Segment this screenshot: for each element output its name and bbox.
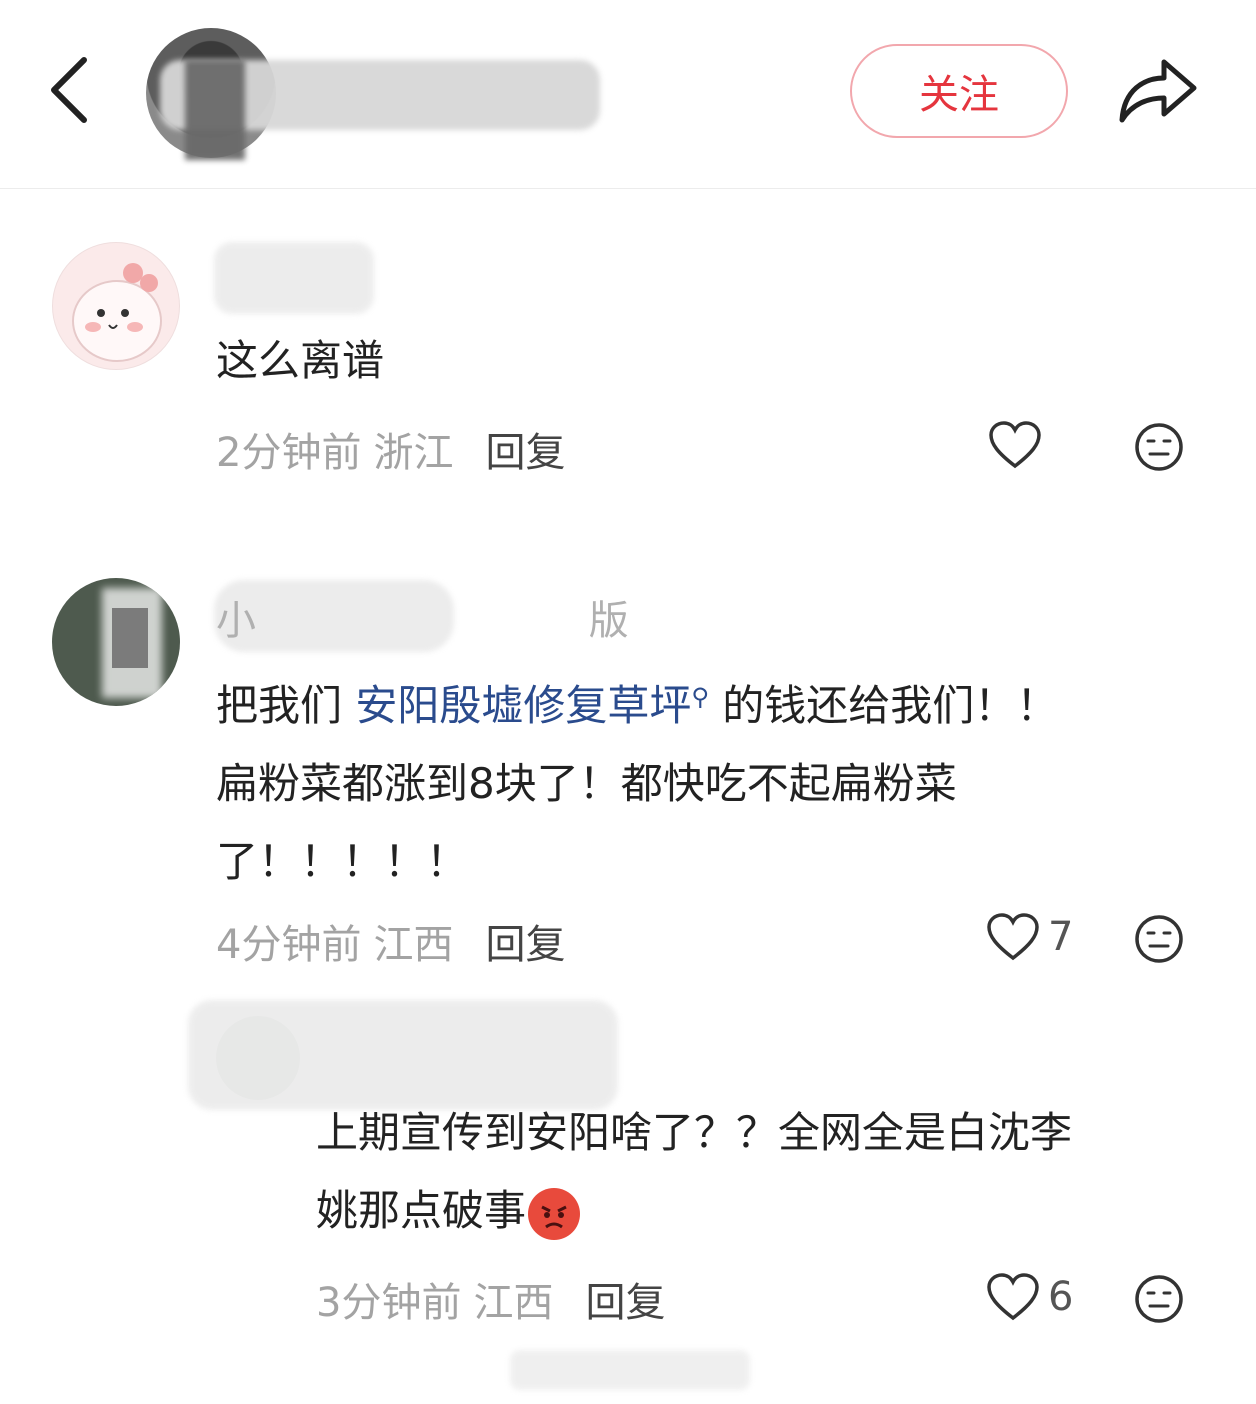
dislike-button[interactable]: [1134, 914, 1184, 964]
back-button[interactable]: [40, 50, 100, 130]
reply-button[interactable]: 回复: [485, 912, 565, 970]
commenter-avatar[interactable]: [52, 242, 180, 370]
redacted-block: [185, 60, 245, 160]
neutral-face-icon: [1135, 1275, 1183, 1323]
neutral-face-icon: [1135, 915, 1183, 963]
dislike-button[interactable]: [1134, 422, 1184, 472]
comment-text: 把我们 安阳殷墟修复草坪⚲ 的钱还给我们！！ 扁粉菜都涨到8块了！都快吃不起扁粉…: [216, 658, 1196, 901]
reply-comment: 上期宣传到安阳啥了？？全网全是白沈李 姚那点破事 3分钟前 江西 回复 6: [0, 990, 1256, 1350]
commenter-username: 小 版: [216, 598, 789, 644]
comment-text-line: 上期宣传到安阳啥了？？全网全是白沈李: [316, 1108, 1073, 1157]
neutral-face-icon: [1135, 423, 1183, 471]
comment-meta: 4分钟前 江西 回复: [216, 912, 565, 970]
search-icon[interactable]: ⚲: [691, 683, 709, 711]
commenter-avatar[interactable]: [52, 578, 180, 706]
angry-face-emoji: [528, 1187, 581, 1240]
heart-outline-icon: [987, 913, 1039, 961]
comment-1: 这么离谱 2分钟前 浙江 回复: [0, 190, 1256, 490]
like-button[interactable]: [988, 420, 1050, 470]
heart-outline-icon: [987, 1273, 1039, 1321]
like-count: 7: [1048, 914, 1074, 960]
comment-region: 江西: [473, 1280, 554, 1326]
cartoon-avatar-icon: [72, 263, 162, 362]
share-button[interactable]: [1112, 50, 1202, 130]
like-button[interactable]: 7: [986, 912, 1073, 962]
reply-button[interactable]: 回复: [485, 420, 565, 478]
chevron-left-icon: [51, 57, 87, 123]
comment-meta: 3分钟前 江西 回复: [316, 1270, 665, 1328]
follow-button[interactable]: 关注: [850, 44, 1068, 138]
reply-button[interactable]: 回复: [585, 1270, 665, 1328]
comment-time: 3分钟前: [316, 1280, 462, 1326]
comment-time: 4分钟前: [216, 922, 362, 968]
comment-text-line: 扁粉菜都涨到8块了！都快吃不起扁粉菜: [216, 759, 957, 808]
comment-text-line: 姚那点破事: [316, 1186, 527, 1235]
top-bar: 关注: [0, 0, 1256, 189]
comment-meta: 2分钟前 浙江 回复: [216, 420, 565, 478]
comment-text: 这么离谱: [216, 336, 385, 385]
share-arrow-icon: [1119, 59, 1197, 123]
like-count: 6: [1048, 1274, 1074, 1320]
comment-text-part: 把我们: [216, 681, 356, 730]
comment-region: 浙江: [373, 430, 454, 476]
redacted-bottom-block: [510, 1350, 750, 1390]
topic-link[interactable]: 安阳殷墟修复草坪: [355, 681, 691, 730]
comment-region: 江西: [373, 922, 454, 968]
comment-2: 小 版 把我们 安阳殷墟修复草坪⚲ 的钱还给我们！！ 扁粉菜都涨到8块了！都快吃…: [0, 560, 1256, 980]
dislike-button[interactable]: [1134, 1274, 1184, 1324]
like-button[interactable]: 6: [986, 1272, 1073, 1322]
comment-text-line: 了！！！！！: [216, 837, 469, 886]
comment-text-part: 的钱还给我们！！: [708, 681, 1059, 730]
comment-time: 2分钟前: [216, 430, 362, 476]
redacted-username: [214, 242, 374, 314]
heart-outline-icon: [989, 421, 1041, 469]
comment-text: 上期宣传到安阳啥了？？全网全是白沈李 姚那点破事: [316, 1094, 1216, 1250]
